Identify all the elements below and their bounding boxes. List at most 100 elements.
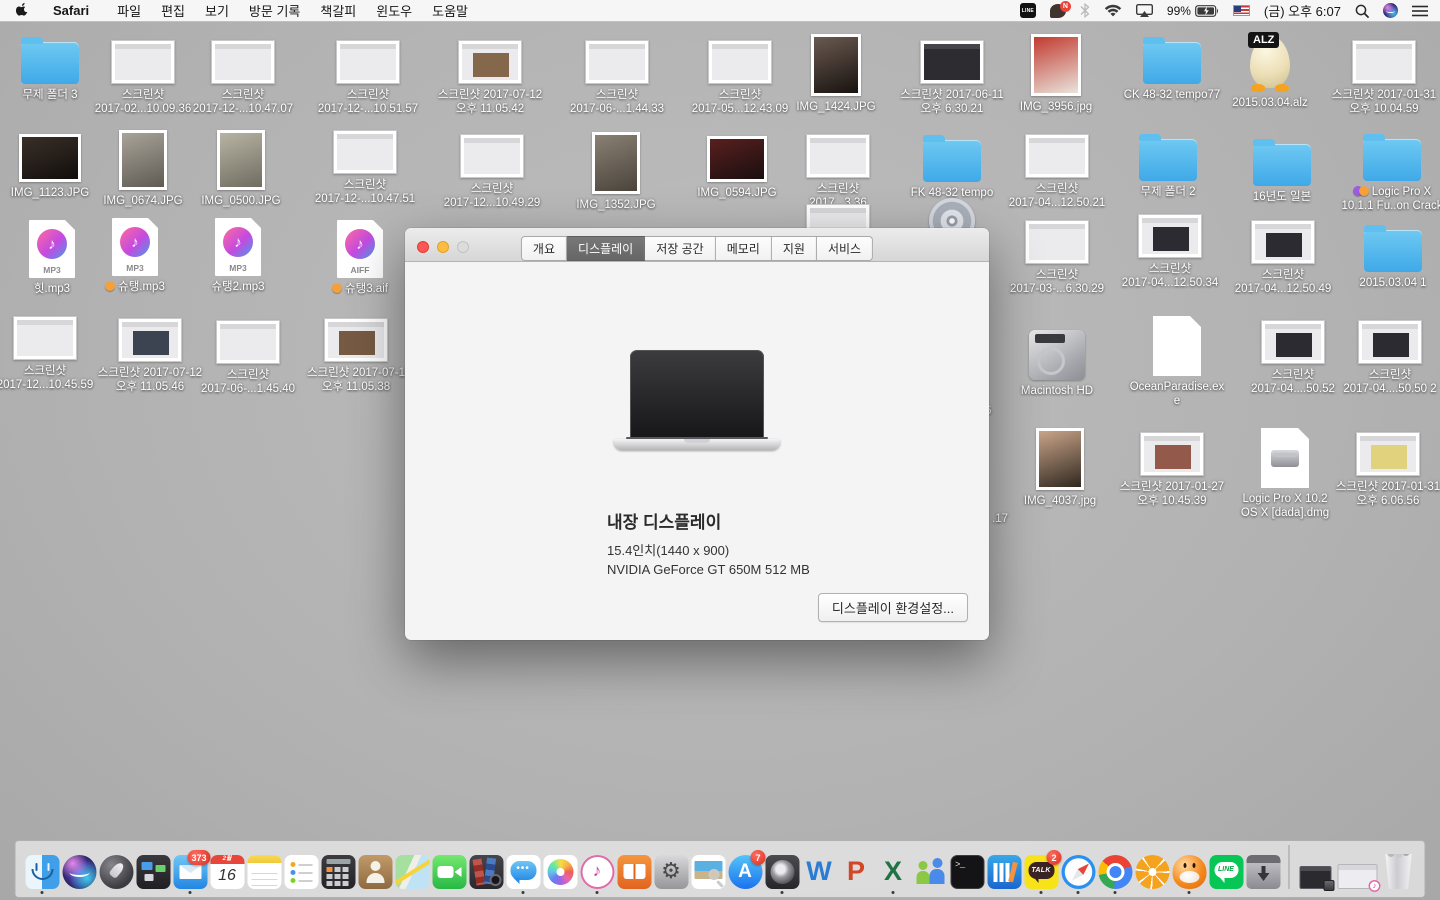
folder-untitled-2[interactable]: 무제 폴더 2 [1120,133,1216,199]
dock-siri-icon[interactable] [61,855,98,895]
menu-item[interactable]: 편집 [151,4,195,19]
battery-indicator[interactable]: 99% [1167,4,1219,18]
minimize-button[interactable] [437,241,449,253]
dock-mission-control-icon[interactable] [135,855,172,895]
dock-system-preferences-icon[interactable]: ⚙ [653,855,690,895]
screenshot-file[interactable]: 스크린샷2017-06-...1.45.40 [200,320,296,396]
screenshot-file[interactable]: 스크린샷2017-04....50.50 2 [1342,320,1438,396]
screenshot-file[interactable]: 스크린샷 2017-07-12오후 11.05.42 [442,40,538,116]
dock-maps-icon[interactable] [394,855,431,895]
ocean-paradise-exe[interactable]: OceanParadise.exe [1129,316,1225,408]
dock-finder-icon[interactable] [24,855,61,895]
dock-itunes-icon[interactable]: ♪ [579,855,616,895]
screenshot-file[interactable]: 스크린샷2017-12-...10.47.51 [317,130,413,206]
logic-pro-dmg[interactable]: Logic Pro X 10.2OS X [dada].dmg [1237,428,1333,520]
photo-file[interactable]: IMG_0594.JPG [689,136,785,200]
dock-contacts-icon[interactable] [357,855,394,895]
dock-logic-pro-icon[interactable] [764,855,801,895]
dock-tangerine-icon[interactable] [1134,855,1171,895]
dock-app-store-icon[interactable]: A7 [727,855,764,895]
screenshot-file[interactable]: 스크린샷2017-04...12.50.34 [1122,214,1218,290]
screenshot-file[interactable]: 스크린샷 2017-01-27오후 10.45.39 [1124,432,1220,508]
dock-minimized-itunes-window[interactable]: ♪ [1335,864,1381,895]
screenshot-file[interactable]: 스크린샷2017-12-...10.47.07 [195,40,291,116]
dock-facetime-icon[interactable] [431,855,468,895]
dock-trash[interactable] [1381,854,1417,895]
app-menu-title[interactable]: Safari [43,3,99,18]
menu-item[interactable]: 책갈피 [310,4,366,19]
dock-calculator-icon[interactable] [320,855,357,895]
screenshot-file[interactable]: 스크린샷 2017-06-11오후 6.30.21 [904,40,1000,116]
screenshot-file[interactable]: 스크린샷2017-12-...10.51.57 [320,40,416,116]
screenshot-file[interactable]: 스크린샷2017-04...12.50.49 [1235,220,1331,296]
apple-menu[interactable] [0,3,43,18]
dock-photo-booth-icon[interactable] [468,855,505,895]
wifi-icon[interactable] [1104,4,1122,17]
dock-powerpoint-icon[interactable]: P [838,855,875,895]
screenshot-file[interactable]: 스크린샷2017-03-...6.30.29 [1009,220,1105,296]
dock-reminders-icon[interactable] [283,855,320,895]
dock-minimized-logic-window[interactable] [1297,866,1335,895]
screenshot-file[interactable]: 스크린샷2017-12...10.45.59 [0,316,93,392]
photo-file[interactable]: IMG_0674.JPG [95,130,191,208]
spotlight-search-icon[interactable] [1355,4,1369,18]
dock-safari-icon[interactable] [1060,855,1097,895]
window-tab[interactable]: 저장 공간 [645,236,716,261]
window-tab[interactable]: 지원 [772,236,817,261]
menu-item[interactable]: 파일 [107,4,151,19]
menu-item[interactable]: 윈도우 [366,4,422,19]
photo-file[interactable]: IMG_0500.JPG [193,130,289,208]
dock-gom-player-icon[interactable] [1171,855,1208,895]
screenshot-file[interactable]: 스크린샷2017-12...10.49.29 [444,134,540,210]
close-button[interactable] [417,241,429,253]
window-tab[interactable]: 서비스 [817,236,873,261]
dock-ibooks-icon[interactable] [616,855,653,895]
dock-mail-icon[interactable]: 373 [172,855,209,895]
window-titlebar[interactable]: 개요디스플레이저장 공간메모리지원서비스 [405,228,989,262]
photo-file[interactable]: IMG_3956.jpg [1008,34,1104,114]
audio-file[interactable]: ♪MP3슈탱.mp3 [87,218,183,294]
screenshot-file[interactable]: 스크린샷2017-05...12.43.09 [692,40,788,116]
folder-logic-pro-crack[interactable]: Logic Pro X10.1.1 Fu..on Crack [1344,133,1440,213]
audio-file[interactable]: ♪MP3슈탱2.mp3 [190,218,286,294]
dock-excel-icon[interactable]: X [875,855,912,895]
line-menu-icon[interactable]: LINE [1020,3,1036,18]
dock-kakaotalk-icon[interactable]: TALK2 [1023,855,1060,895]
screenshot-file[interactable]: 스크린샷2017-06-...1.44.33 [569,40,665,116]
alz-archive[interactable]: ALZ2015.03.04.alz [1222,32,1318,110]
folder-untitled-3[interactable]: 무제 폴더 3 [2,36,98,102]
dock-calendar-icon[interactable]: 2월16 [209,855,246,895]
notification-center-icon[interactable] [1412,5,1428,17]
folder-fk-48-32-tempo[interactable]: FK 48-32 tempo [904,134,1000,200]
dock-chrome-icon[interactable] [1097,855,1134,895]
screenshot-file[interactable]: 스크린샷2017...3.36 [790,134,886,210]
audio-file[interactable]: ♪AIFF슈탱3.aif [312,220,408,296]
screenshot-file[interactable]: 스크린샷2017-02...10.09.36 [95,40,191,116]
kakaotalk-menu-icon[interactable]: N [1050,4,1066,18]
screenshot-file[interactable]: 스크린샷 2017-01-31오후 6.06.56 [1340,432,1436,508]
photo-file[interactable]: IMG_1352.JPG [568,132,664,212]
dock-line-icon[interactable]: LINE [1208,855,1245,895]
screenshot-file[interactable]: 스크린샷 2017-07-1오후 11.05.38 [308,318,404,394]
menu-item[interactable]: 방문 기록 [239,4,310,19]
macintosh-hd[interactable]: Macintosh HD [1009,326,1105,398]
folder-16-japan[interactable]: 16년도 일본 [1234,138,1330,204]
menu-item[interactable]: 보기 [195,4,239,19]
folder-2015-03-04-1[interactable]: 2015.03.04 1 [1345,224,1440,290]
window-tab[interactable]: 디스플레이 [567,236,645,261]
photo-file[interactable]: IMG_1424.JPG [788,34,884,114]
dock-word-icon[interactable]: W [801,855,838,895]
dock-preview-icon[interactable] [690,855,727,895]
screenshot-file[interactable]: 스크린샷 2017-07-12오후 11.05.46 [102,318,198,394]
dock-notes-icon[interactable] [246,855,283,895]
display-preferences-button[interactable]: 디스플레이 환경설정... [818,593,968,622]
folder-ck-48-32-tempo77[interactable]: CK 48-32 tempo77 [1124,36,1220,102]
bluetooth-icon[interactable] [1080,3,1090,18]
screenshot-file[interactable]: 스크린샷2017-04...12.50.21 [1009,134,1105,210]
window-tab[interactable]: 메모리 [716,236,772,261]
dock-launchpad-icon[interactable] [98,855,135,895]
audio-file[interactable]: ♪MP3힛.mp3 [4,220,100,296]
dock-photos-icon[interactable] [542,855,579,895]
dock-terminal-icon[interactable]: >_ [949,855,986,895]
dock-book-app-icon[interactable] [986,855,1023,895]
